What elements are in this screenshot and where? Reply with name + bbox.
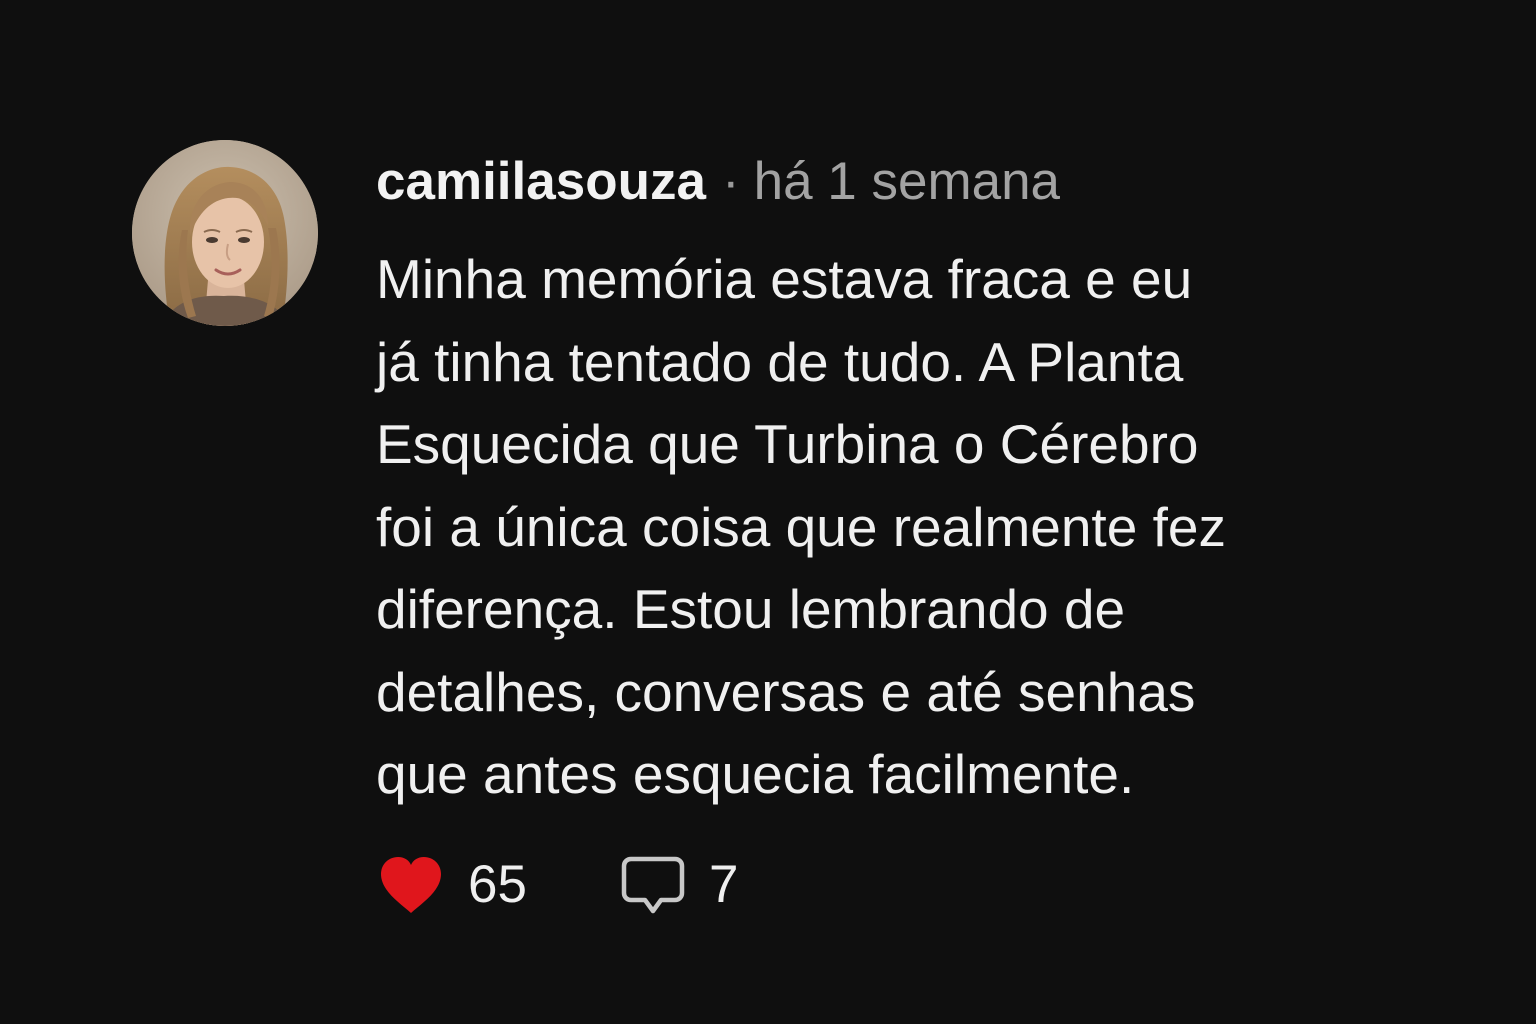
- comment-card: camiilasouza · há 1 semana Minha memória e…: [0, 0, 1536, 1024]
- heart-icon: [381, 857, 441, 913]
- separator-dot: ·: [721, 152, 740, 211]
- username[interactable]: camiilasouza: [376, 152, 706, 211]
- reply-button[interactable]: 7: [621, 850, 738, 920]
- avatar[interactable]: [132, 140, 318, 326]
- comment-text: Minha memória estava fraca e eu já tinha…: [376, 248, 1226, 805]
- like-count: 65: [468, 855, 527, 914]
- like-button[interactable]: 65: [378, 850, 527, 920]
- comment-header: camiilasouza · há 1 semana: [376, 150, 1060, 214]
- comment-actions: 65 7: [378, 850, 738, 920]
- avatar-photo-icon: [132, 140, 318, 326]
- speech-bubble-icon: [621, 856, 685, 914]
- timestamp: há 1 semana: [753, 152, 1061, 211]
- reply-count: 7: [708, 855, 739, 914]
